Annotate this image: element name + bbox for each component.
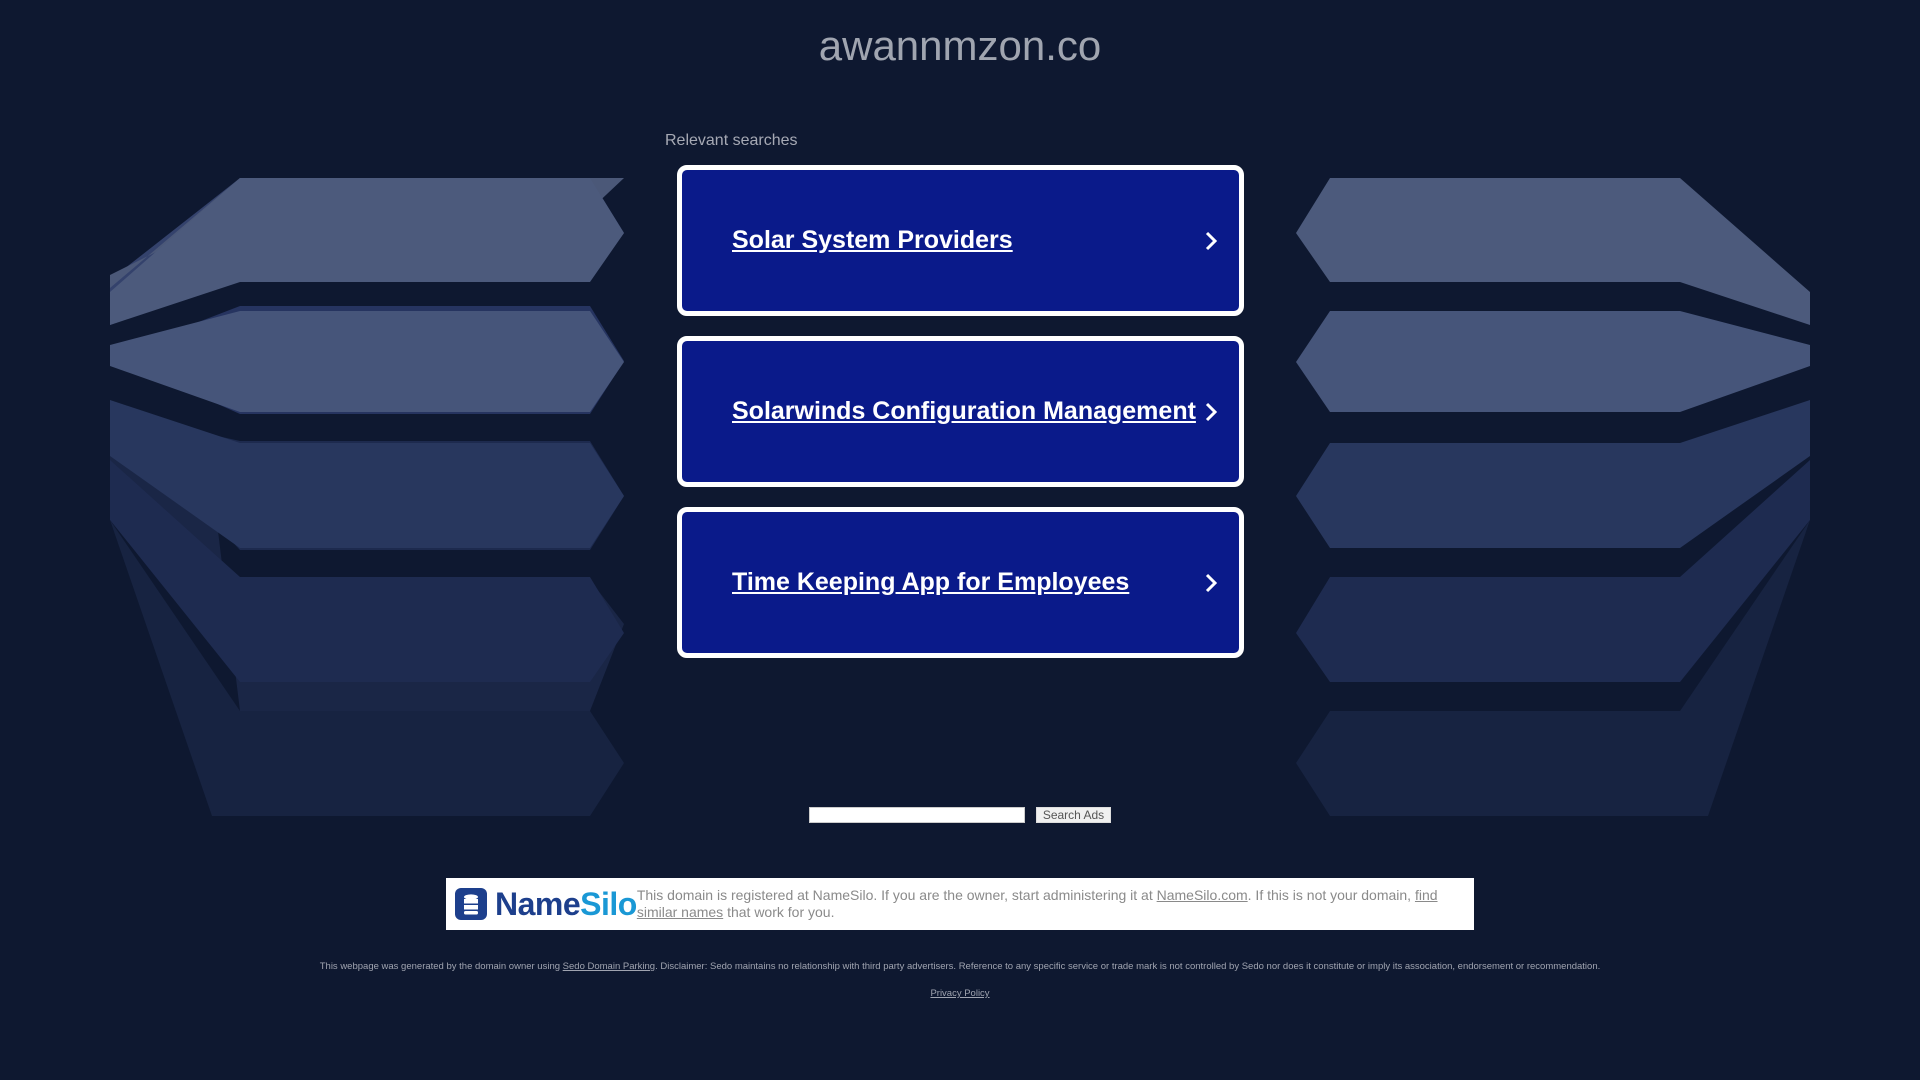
search-bar: Search Ads [0, 807, 1920, 823]
chevron-right-icon [1205, 231, 1218, 250]
namesilo-database-icon [455, 888, 487, 920]
namesilo-link[interactable]: NameSilo.com [1157, 887, 1248, 903]
related-link-card[interactable]: Time Keeping App for Employees [677, 507, 1244, 658]
related-link-card[interactable]: Solarwinds Configuration Management [677, 336, 1244, 487]
left-slabs [110, 178, 624, 816]
namesilo-logo[interactable]: NameSilo [446, 886, 637, 923]
privacy-footer: Privacy Policy [0, 988, 1920, 999]
namesilo-wordmark: NameSilo [495, 885, 637, 922]
disclaimer: This webpage was generated by the domain… [319, 961, 1601, 972]
privacy-policy-link[interactable]: Privacy Policy [930, 988, 989, 999]
relevant-searches-heading: Relevant searches [665, 132, 798, 149]
related-link-label[interactable]: Solar System Providers [732, 226, 1013, 255]
chevron-right-icon [1205, 573, 1218, 592]
registrar-banner: NameSilo This domain is registered at Na… [446, 878, 1474, 930]
related-link-card[interactable]: Solar System Providers [677, 165, 1244, 316]
domain-title: awannmzon.co [818, 22, 1102, 69]
sedo-domain-parking-link[interactable]: Sedo Domain Parking [563, 961, 655, 972]
search-input[interactable] [808, 807, 1025, 823]
search-ads-button[interactable]: Search Ads [1035, 807, 1112, 823]
related-link-label[interactable]: Solarwinds Configuration Management [732, 397, 1196, 426]
related-link-label[interactable]: Time Keeping App for Employees [732, 568, 1129, 597]
related-links-list: Solar System Providers Solarwinds Config… [677, 165, 1244, 678]
right-slabs [1296, 178, 1810, 816]
chevron-right-icon [1205, 402, 1218, 421]
registrar-notice: This domain is registered at NameSilo. I… [636, 887, 1438, 920]
